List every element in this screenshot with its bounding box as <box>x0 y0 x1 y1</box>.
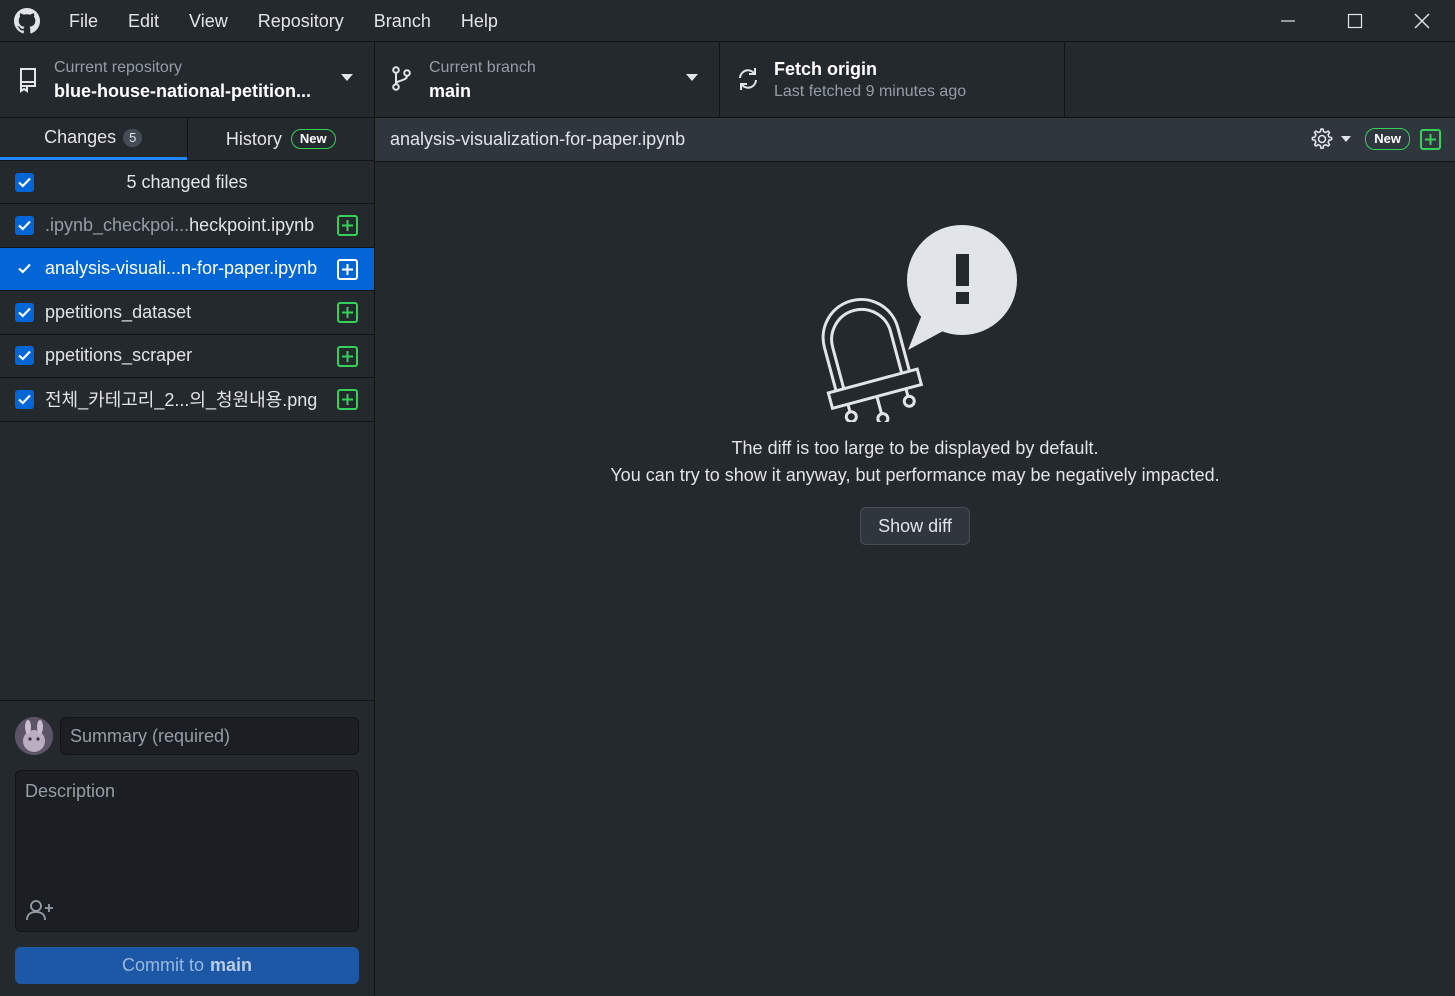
caret-down-icon <box>1341 136 1352 142</box>
file-added-icon <box>337 345 358 367</box>
file-path-rest: 전체_카테고리_2...의_청원내용.png <box>45 390 318 411</box>
file-row[interactable]: ppetitions_scraper <box>0 335 374 378</box>
file-checkbox[interactable] <box>15 346 34 366</box>
tab-changes[interactable]: Changes 5 <box>0 118 187 160</box>
file-added-icon <box>337 215 358 236</box>
menu-help[interactable]: Help <box>446 0 513 42</box>
maximize-button[interactable] <box>1321 0 1388 42</box>
diff-options-button[interactable] <box>1309 127 1352 151</box>
checkmark-icon <box>18 220 31 231</box>
file-name: .ipynb_checkpoi...heckpoint.ipynb <box>45 215 325 236</box>
branch-label: Current branch <box>429 59 536 76</box>
description-input[interactable] <box>16 771 358 886</box>
current-branch-dropdown[interactable]: Current branch main <box>375 42 720 118</box>
fetch-label: Fetch origin <box>774 59 877 79</box>
file-added-icon <box>337 258 358 280</box>
fetch-origin-button[interactable]: Fetch origin Last fetched 9 minutes ago <box>720 42 1065 118</box>
menu-repository[interactable]: Repository <box>243 0 359 42</box>
current-repository-dropdown[interactable]: Current repository blue-house-national-p… <box>0 42 375 118</box>
file-row[interactable]: ppetitions_dataset <box>0 291 374 335</box>
file-row[interactable]: analysis-visuali...n-for-paper.ipynb <box>0 247 374 291</box>
add-coauthor-button[interactable] <box>25 897 55 923</box>
file-path-rest: heckpoint.ipynb <box>189 214 315 235</box>
sidebar: Changes 5 History New 5 changed files .i… <box>0 118 375 996</box>
checkmark-icon <box>18 394 31 405</box>
avatar <box>15 717 53 755</box>
git-branch-icon <box>392 66 411 91</box>
maximize-icon <box>1347 13 1362 29</box>
sidebar-tabs: Changes 5 History New <box>0 118 374 161</box>
file-row[interactable]: 전체_카테고리_2...의_청원내용.png <box>0 378 374 422</box>
sync-icon <box>739 68 757 90</box>
user-avatar-icon <box>15 717 53 755</box>
checkmark-icon <box>18 307 31 318</box>
file-checkbox[interactable] <box>15 259 34 279</box>
window-controls <box>1254 0 1455 42</box>
menu-view[interactable]: View <box>174 0 243 42</box>
title-bar: File Edit View Repository Branch Help <box>0 0 1455 42</box>
commit-button[interactable]: Commit to main <box>15 947 359 984</box>
changed-files-header: 5 changed files <box>0 161 374 204</box>
diff-file-title: analysis-visualization-for-paper.ipynb <box>390 129 686 149</box>
file-path-rest: analysis-visuali...n-for-paper.ipynb <box>45 258 318 279</box>
github-logo-icon <box>0 0 54 42</box>
file-added-icon <box>337 389 358 410</box>
minimize-button[interactable] <box>1254 0 1321 42</box>
file-added-icon <box>337 302 358 323</box>
file-name: ppetitions_dataset <box>45 302 325 323</box>
file-new-badge: New <box>1365 128 1410 150</box>
file-name: 전체_카테고리_2...의_청원내용.png <box>45 386 325 412</box>
close-icon <box>1414 13 1429 29</box>
file-name: ppetitions_scraper <box>45 345 325 366</box>
large-diff-illustration-icon <box>821 225 1017 422</box>
tab-history[interactable]: History New <box>186 118 375 160</box>
repo-icon <box>20 68 36 93</box>
toolbar: Current repository blue-house-national-p… <box>0 42 1455 118</box>
commit-button-branch: main <box>210 955 253 975</box>
file-path-rest: ppetitions_scraper <box>45 345 193 366</box>
description-field[interactable] <box>15 770 359 932</box>
diff-tools: New <box>1309 127 1441 151</box>
checkmark-icon <box>18 263 31 274</box>
file-name: analysis-visuali...n-for-paper.ipynb <box>45 258 325 279</box>
chevron-down-icon <box>341 74 353 81</box>
file-added-icon <box>1420 128 1441 150</box>
diff-message-line2: You can try to show it anyway, but perfo… <box>610 465 1220 485</box>
add-person-icon <box>26 900 53 921</box>
tab-history-label: History <box>225 128 282 149</box>
summary-input[interactable] <box>60 717 359 755</box>
chevron-down-icon <box>686 74 698 81</box>
file-row[interactable]: .ipynb_checkpoi...heckpoint.ipynb <box>0 204 374 248</box>
menu-edit[interactable]: Edit <box>113 0 174 42</box>
tab-changes-label: Changes <box>44 127 117 147</box>
history-new-badge: New <box>290 129 336 149</box>
changed-files-count: 5 changed files <box>126 171 248 192</box>
file-checkbox[interactable] <box>15 215 34 235</box>
diff-message-line1: The diff is too large to be displayed by… <box>731 438 1099 458</box>
show-diff-button[interactable]: Show diff <box>860 507 970 545</box>
menu-branch[interactable]: Branch <box>359 0 446 42</box>
menu-file[interactable]: File <box>54 0 113 42</box>
file-checkbox[interactable] <box>15 389 34 409</box>
commit-form: Commit to main <box>0 700 374 996</box>
file-checkbox[interactable] <box>15 302 34 322</box>
commit-button-prefix: Commit to <box>121 955 204 975</box>
branch-name: main <box>429 81 472 101</box>
diff-body: The diff is too large to be displayed by… <box>375 162 1455 996</box>
checkmark-icon <box>18 350 31 361</box>
close-window-button[interactable] <box>1388 0 1455 42</box>
changes-count-badge: 5 <box>123 128 143 147</box>
repo-label: Current repository <box>54 59 183 76</box>
changed-files-list: .ipynb_checkpoi...heckpoint.ipynb analys… <box>0 204 374 422</box>
menu-bar: File Edit View Repository Branch Help <box>54 0 513 42</box>
file-path-rest: ppetitions_dataset <box>45 301 192 322</box>
file-path-prefix: .ipynb_checkpoi... <box>45 214 190 235</box>
fetch-status: Last fetched 9 minutes ago <box>774 83 967 100</box>
repo-name: blue-house-national-petition... <box>54 81 311 101</box>
minimize-icon <box>1280 20 1295 22</box>
gear-icon <box>1311 128 1333 149</box>
diff-header: analysis-visualization-for-paper.ipynb N… <box>375 118 1455 162</box>
